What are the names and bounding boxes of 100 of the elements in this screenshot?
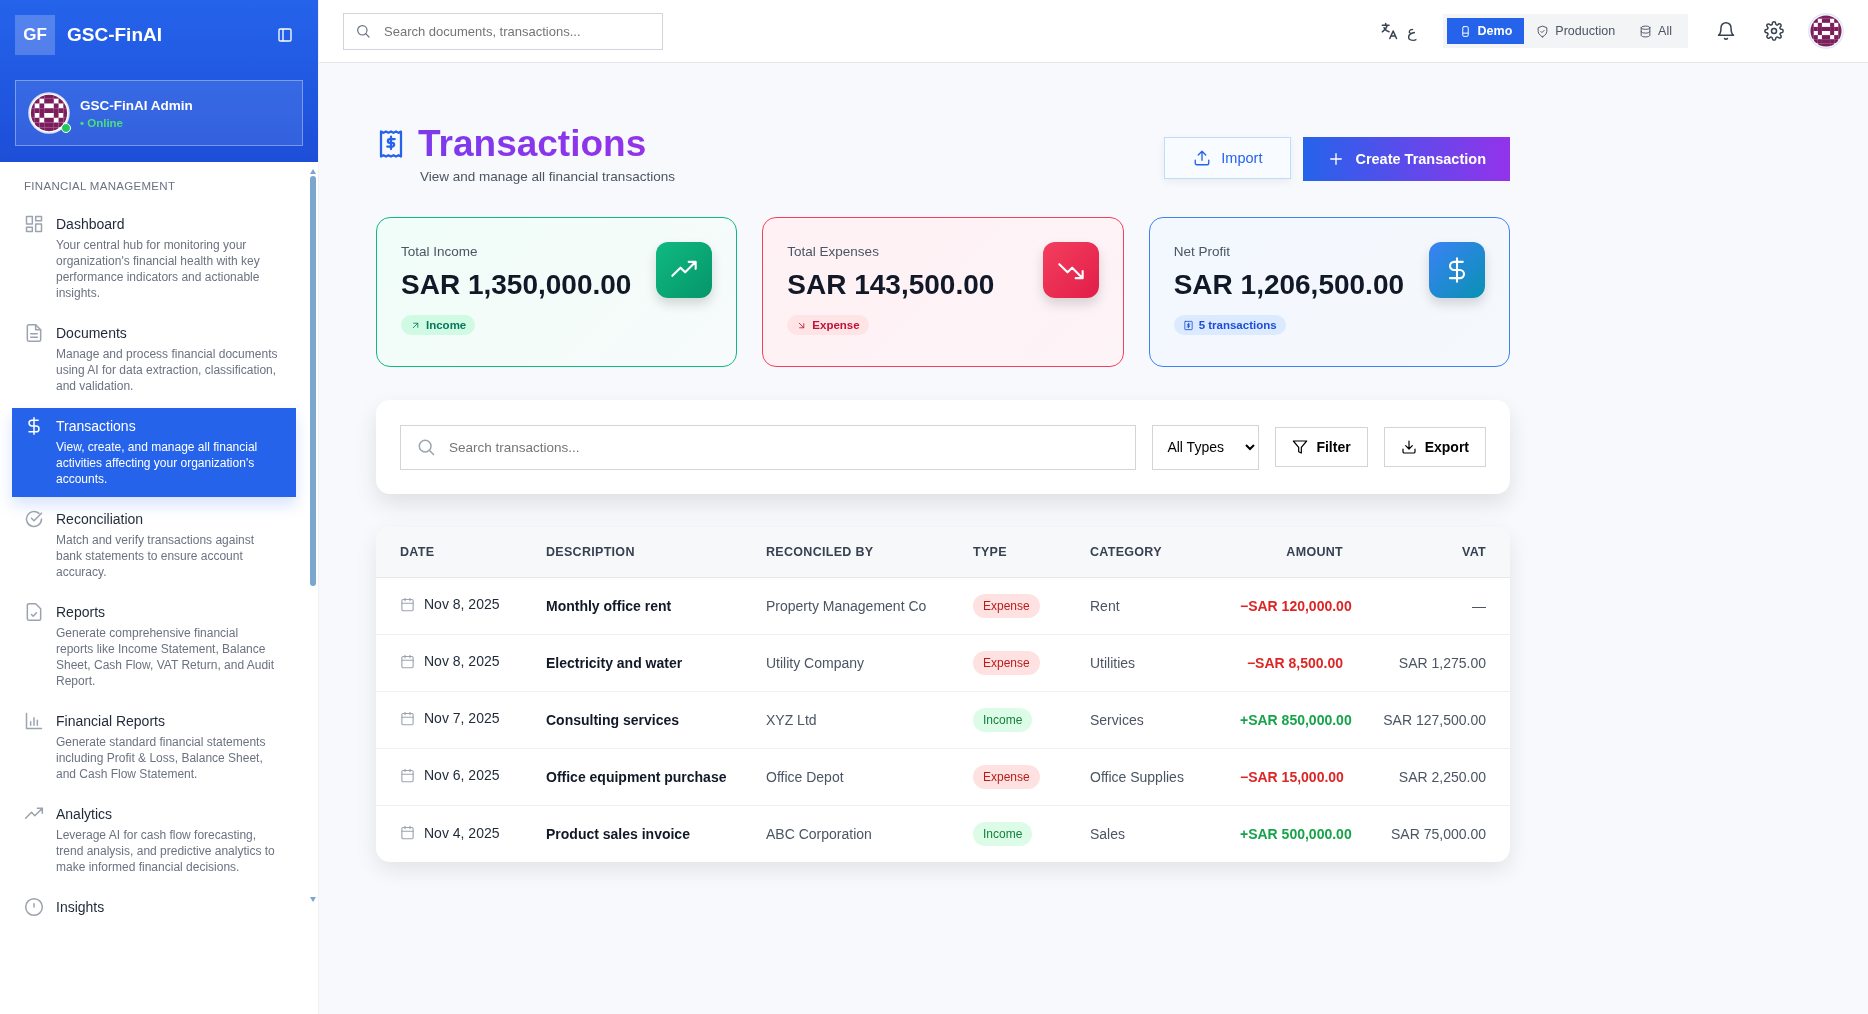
stat-tag: Income	[401, 315, 476, 335]
column-header: AMOUNT	[1228, 527, 1355, 577]
table-cell: SAR 1,275.00	[1355, 634, 1510, 691]
database-icon	[1639, 24, 1653, 38]
scrollbar[interactable]	[310, 168, 316, 903]
stat-value: SAR 143,500.00	[787, 269, 995, 301]
filter-button[interactable]: Filter	[1275, 427, 1368, 467]
stat-label: Total Expenses	[787, 244, 880, 259]
mode-tab[interactable]: All	[1627, 18, 1684, 44]
file-check-icon	[24, 602, 44, 622]
language-button[interactable]: ع	[1406, 21, 1417, 41]
amount-cell: −SAR 120,000.00	[1228, 577, 1355, 634]
nav-label: Dashboard	[56, 216, 126, 232]
nav-label: Insights	[56, 899, 105, 915]
table-cell: —	[1355, 577, 1510, 634]
type-tag: Income	[973, 707, 1033, 732]
bar-chart-icon	[24, 711, 44, 731]
column-header: TYPE	[961, 527, 1078, 577]
table-cell: Monthly office rent	[534, 577, 754, 634]
amount-cell: +SAR 850,000.00	[1228, 691, 1355, 748]
date-text: Nov 8, 2025	[424, 653, 500, 670]
nav-description: Leverage AI for cash flow forecasting, trend analysis, and predictive analytics to make informed financial decisions.	[56, 827, 276, 875]
nav-item[interactable]: Reports Generate comprehensive financial reports like Income Statement, Balance Sheet, Cash Flow, VAT Return, and Audit Report.	[12, 594, 296, 699]
date-text: Nov 8, 2025	[424, 596, 500, 613]
table-cell: Consulting services	[534, 691, 754, 748]
stat-value: SAR 1,350,000.00	[401, 269, 632, 301]
column-header: CATEGORY	[1078, 527, 1228, 577]
date-text: Nov 6, 2025	[424, 767, 500, 784]
avatar-icon	[28, 92, 70, 134]
nav-label: Financial Reports	[56, 713, 166, 729]
scrollbar-thumb[interactable]	[310, 176, 316, 586]
mode-tab[interactable]: Demo	[1446, 18, 1525, 44]
online-dot	[61, 123, 71, 133]
type-tag: Expense	[973, 650, 1040, 675]
export-button[interactable]: Export	[1383, 427, 1486, 467]
table-cell: Office Depot	[754, 748, 961, 805]
page-subtitle: View and manage all financial transactions	[420, 169, 675, 184]
logo: GF	[15, 15, 55, 55]
table-cell: ABC Corporation	[754, 805, 961, 862]
nav-item[interactable]: Insights	[12, 889, 296, 927]
nav-item[interactable]: Analytics Leverage AI for cash flow forecasting, trend analysis, and predictive analytics to make informed financial decisions.	[12, 796, 296, 885]
search-field[interactable]: Search documents, transactions...	[343, 12, 663, 50]
shield-icon	[1536, 24, 1550, 38]
amount-cell: −SAR 8,500.00	[1228, 634, 1355, 691]
column-header: RECONCILED BY	[754, 527, 961, 577]
table-cell: Office equipment purchase	[534, 748, 754, 805]
nav-label: Transactions	[56, 418, 137, 434]
column-header: VAT	[1355, 527, 1510, 577]
table-cell: Product sales invoice	[534, 805, 754, 862]
amount-cell: +SAR 500,000.00	[1228, 805, 1355, 862]
date-text: Nov 4, 2025	[424, 824, 500, 841]
stat-tag: Expense	[787, 315, 869, 335]
calendar-icon	[400, 710, 415, 726]
filter-icon	[1292, 439, 1309, 455]
nav-label: Documents	[56, 325, 128, 341]
upload-icon	[1193, 149, 1212, 167]
table-cell: Sales	[1078, 805, 1228, 862]
stat-label: Net Profit	[1173, 244, 1231, 259]
download-icon	[1400, 439, 1417, 455]
nav-description: Manage and process financial documents using AI for data extraction, classification, and validation.	[56, 346, 278, 394]
table-cell: Utility Company	[754, 634, 961, 691]
create-button[interactable]: Create Transaction	[1303, 137, 1510, 181]
nav-label: Analytics	[56, 806, 114, 822]
check-circle-icon	[24, 509, 44, 529]
nav-item[interactable]: Financial Reports Generate standard financial statements including Profit & Loss, Balance Sheet, and Cash Flow Statement.	[12, 703, 296, 792]
nav-item[interactable]: Reconciliation Match and verify transactions against bank statements to ensure account accuracy.	[12, 501, 296, 590]
settings-icon	[1764, 21, 1784, 41]
bell-icon	[1716, 21, 1736, 41]
mode-tab[interactable]: Production	[1524, 18, 1628, 44]
table-cell: SAR 127,500.00	[1355, 691, 1510, 748]
type-tag: Expense	[973, 764, 1040, 789]
search-field[interactable]: Search transactions...	[400, 424, 1137, 470]
grid-icon	[24, 214, 44, 234]
table-cell: Property Management Co	[754, 577, 961, 634]
stat-label: Total Income	[401, 244, 479, 259]
nav-item[interactable]: Dashboard Your central hub for monitoring your organization's financial health with key performance indicators and actionable insights.	[12, 206, 296, 311]
nav-description: Match and verify transactions against bank statements to ensure account accuracy.	[56, 532, 256, 580]
calendar-icon	[400, 653, 415, 669]
stat-tag: 5 transactions	[1173, 315, 1286, 335]
nav-item[interactable]: Documents Manage and process financial documents using AI for data extraction, classification, and validation.	[12, 315, 296, 404]
calendar-icon	[400, 596, 415, 612]
nav-description: View, create, and manage all financial activities affecting your organization's accounts.	[56, 439, 259, 487]
nav-item[interactable]: Transactions View, create, and manage all financial activities affecting your organization's accounts.	[12, 408, 296, 497]
calendar-icon	[400, 767, 415, 783]
table-cell: SAR 2,250.00	[1355, 748, 1510, 805]
nav-label: Reports	[56, 604, 107, 620]
table-cell: Electricity and water	[534, 634, 754, 691]
section-title: FINANCIAL MANAGEMENT	[23, 180, 177, 192]
type-select[interactable]: All Types	[1152, 424, 1260, 470]
receipt-icon	[1182, 319, 1194, 331]
app-name: GSC-FinAI	[67, 24, 163, 46]
column-header: DATE	[376, 527, 534, 577]
amount-cell: −SAR 15,000.00	[1228, 748, 1355, 805]
sidebar-toggle-icon[interactable]	[277, 27, 293, 43]
nav-description: Generate comprehensive financial reports like Income Statement, Balance Sheet, Cash Flow, VAT Return, and Audit Report.	[56, 625, 276, 689]
stat-value: SAR 1,206,500.00	[1173, 269, 1405, 301]
info-icon	[24, 897, 44, 917]
import-button[interactable]: Import	[1164, 137, 1292, 179]
document-icon	[24, 323, 44, 343]
user-card[interactable]: GSC-FinAI Admin • Online	[15, 80, 303, 146]
